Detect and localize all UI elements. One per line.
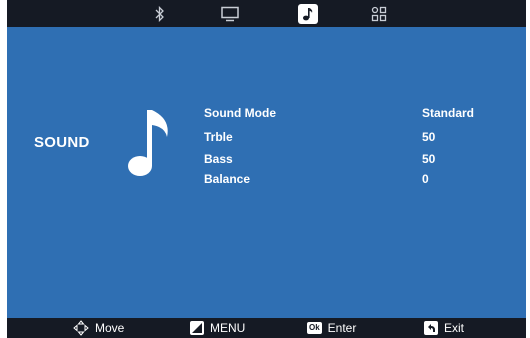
setting-value: Standard: [422, 106, 475, 120]
setting-label: Balance: [204, 172, 251, 186]
hint-exit: Exit: [424, 320, 464, 336]
top-tab-bar: [7, 0, 526, 27]
hint-exit-label: Exit: [444, 321, 465, 335]
tab-apps[interactable]: [367, 3, 391, 24]
tab-display[interactable]: [218, 3, 242, 24]
tv-menu-screen: SOUND Sound Mode Standard Trble 50 Bass …: [7, 0, 526, 338]
tab-bluetooth[interactable]: [148, 3, 172, 24]
setting-label: Sound Mode: [204, 106, 276, 120]
back-arrow-icon: [424, 321, 438, 335]
music-note-icon: [303, 8, 313, 21]
setting-value: 0: [422, 172, 429, 186]
hint-enter-label: Enter: [327, 321, 357, 335]
hint-menu: MENU: [190, 320, 245, 336]
setting-label: Bass: [204, 152, 233, 166]
move-arrows-icon: [73, 320, 89, 336]
hint-move: Move: [73, 320, 124, 336]
monitor-icon: [221, 6, 239, 21]
hint-move-label: Move: [95, 321, 125, 335]
setting-row-treble[interactable]: Trble 50: [204, 130, 504, 146]
apps-grid-icon: [371, 6, 387, 21]
hint-enter: Ok Enter: [307, 320, 356, 336]
menu-key-icon: [190, 321, 204, 335]
ok-key-label: Ok: [307, 322, 322, 334]
bluetooth-icon: [155, 5, 164, 22]
music-note-icon: [128, 110, 168, 176]
setting-value: 50: [422, 130, 436, 144]
hint-menu-label: MENU: [210, 321, 246, 335]
setting-row-sound-mode[interactable]: Sound Mode Standard: [204, 106, 504, 122]
section-title: SOUND: [34, 134, 90, 151]
setting-row-balance[interactable]: Balance 0: [204, 172, 504, 188]
ok-key-icon: Ok: [307, 322, 322, 334]
setting-row-bass[interactable]: Bass 50: [204, 152, 504, 168]
bottom-help-bar: Move MENU Ok Enter Exit: [7, 318, 526, 338]
tab-sound[interactable]: [298, 4, 318, 24]
setting-value: 50: [422, 152, 436, 166]
setting-label: Trble: [204, 130, 233, 144]
